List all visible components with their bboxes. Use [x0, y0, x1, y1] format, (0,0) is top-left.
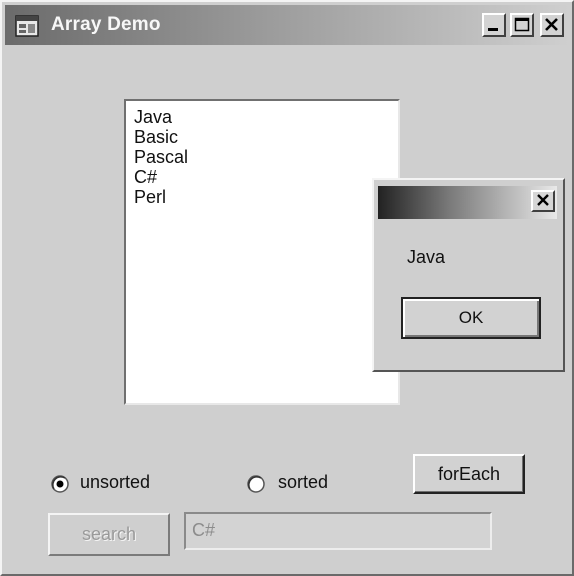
title-bar[interactable]: Array Demo	[5, 5, 569, 45]
array-demo-window: Array Demo Java Basic Pascal C# Perl Jav…	[0, 0, 574, 576]
list-item[interactable]: Pascal	[134, 147, 188, 167]
window-title: Array Demo	[51, 14, 161, 35]
list-item[interactable]: Java	[134, 107, 172, 127]
maximize-button[interactable]	[510, 13, 534, 37]
minimize-icon	[488, 28, 498, 31]
search-button[interactable]: search	[48, 513, 170, 556]
message-text: Java	[407, 247, 446, 267]
message-box-close-button[interactable]	[531, 190, 555, 212]
languages-listbox[interactable]: Java Basic Pascal C# Perl	[124, 99, 400, 405]
foreach-button[interactable]: forEach	[413, 454, 525, 494]
ok-button[interactable]: OK	[401, 297, 541, 339]
sorted-radio[interactable]	[247, 475, 265, 493]
app-window-icon	[15, 15, 39, 37]
unsorted-label[interactable]: unsorted	[80, 472, 150, 493]
minimize-button[interactable]	[482, 13, 506, 37]
sorted-label[interactable]: sorted	[278, 472, 328, 493]
unsorted-radio[interactable]	[51, 475, 69, 493]
close-button[interactable]	[540, 13, 564, 37]
close-icon	[537, 194, 549, 206]
list-item[interactable]: Basic	[134, 127, 178, 147]
search-input[interactable]: C#	[184, 512, 492, 550]
list-item[interactable]: C#	[134, 167, 157, 187]
maximize-icon	[514, 17, 530, 32]
list-item[interactable]: Perl	[134, 187, 166, 207]
message-box: Java OK	[372, 178, 565, 372]
close-icon	[545, 18, 558, 31]
